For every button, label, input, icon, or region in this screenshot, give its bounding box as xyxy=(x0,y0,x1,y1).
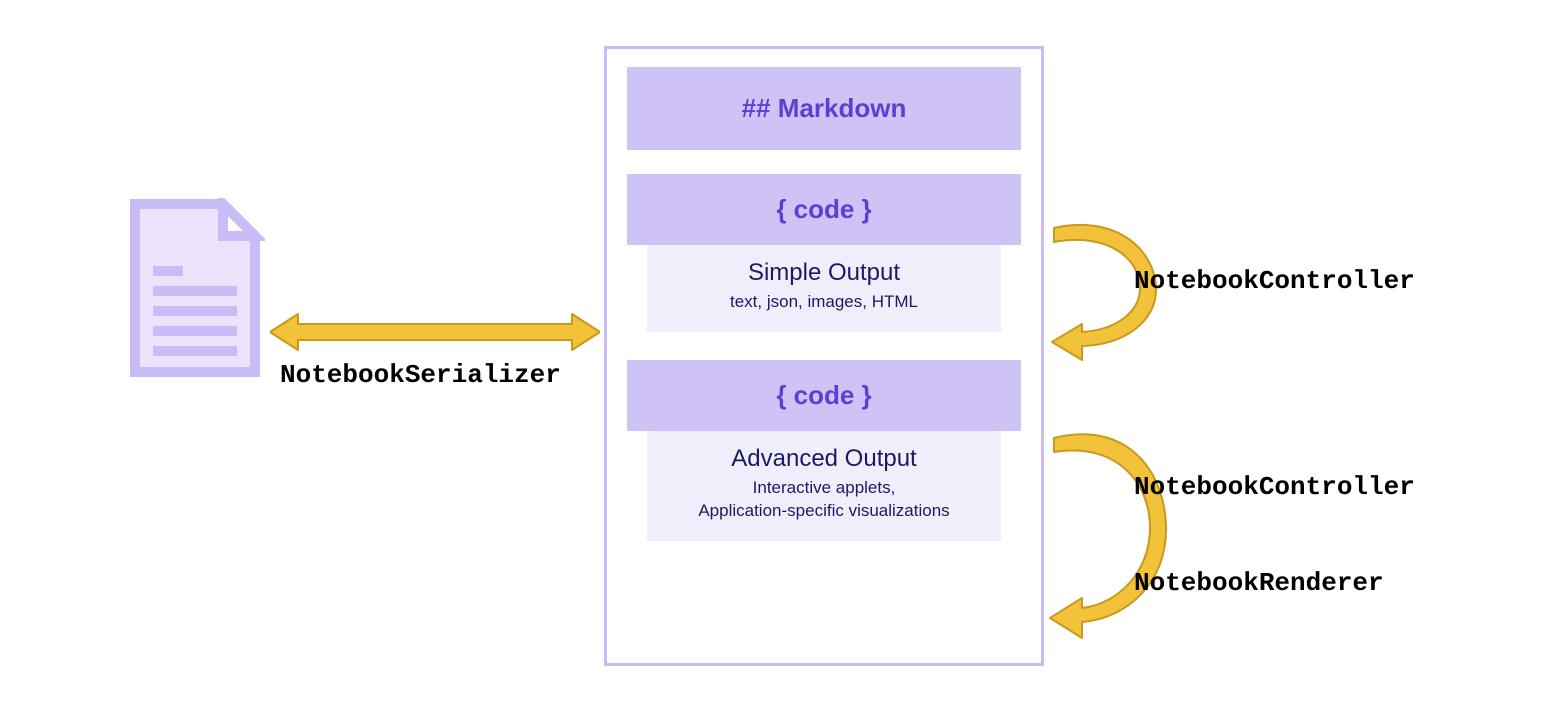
controller-renderer-arrow-icon xyxy=(1046,420,1216,650)
markdown-cell: ## Markdown xyxy=(627,67,1021,150)
code-cell-1: { code } xyxy=(627,174,1021,245)
code-cell-2: { code } xyxy=(627,360,1021,431)
advanced-output-line1: Interactive applets, xyxy=(753,478,896,497)
simple-output-title: Simple Output xyxy=(657,259,991,287)
notebook-container: ## Markdown { code } Simple Output text,… xyxy=(604,46,1044,666)
diagram-stage: NotebookSerializer ## Markdown { code } … xyxy=(0,0,1546,704)
advanced-output-title: Advanced Output xyxy=(657,445,991,473)
advanced-output-subtitle: Interactive applets, Application-specifi… xyxy=(657,477,991,523)
file-document-icon xyxy=(125,198,265,378)
controller-label-2: NotebookController xyxy=(1134,472,1415,502)
simple-output-subtitle: text, json, images, HTML xyxy=(657,291,991,314)
code-group-advanced: { code } Advanced Output Interactive app… xyxy=(627,360,1021,541)
serializer-arrow-icon xyxy=(270,312,600,352)
code-group-simple: { code } Simple Output text, json, image… xyxy=(627,174,1021,332)
simple-output-cell: Simple Output text, json, images, HTML xyxy=(647,245,1001,332)
advanced-output-line2: Application-specific visualizations xyxy=(698,501,949,520)
controller-label-1: NotebookController xyxy=(1134,266,1415,296)
renderer-label: NotebookRenderer xyxy=(1134,568,1384,598)
advanced-output-cell: Advanced Output Interactive applets, App… xyxy=(647,431,1001,541)
serializer-label: NotebookSerializer xyxy=(280,360,561,390)
